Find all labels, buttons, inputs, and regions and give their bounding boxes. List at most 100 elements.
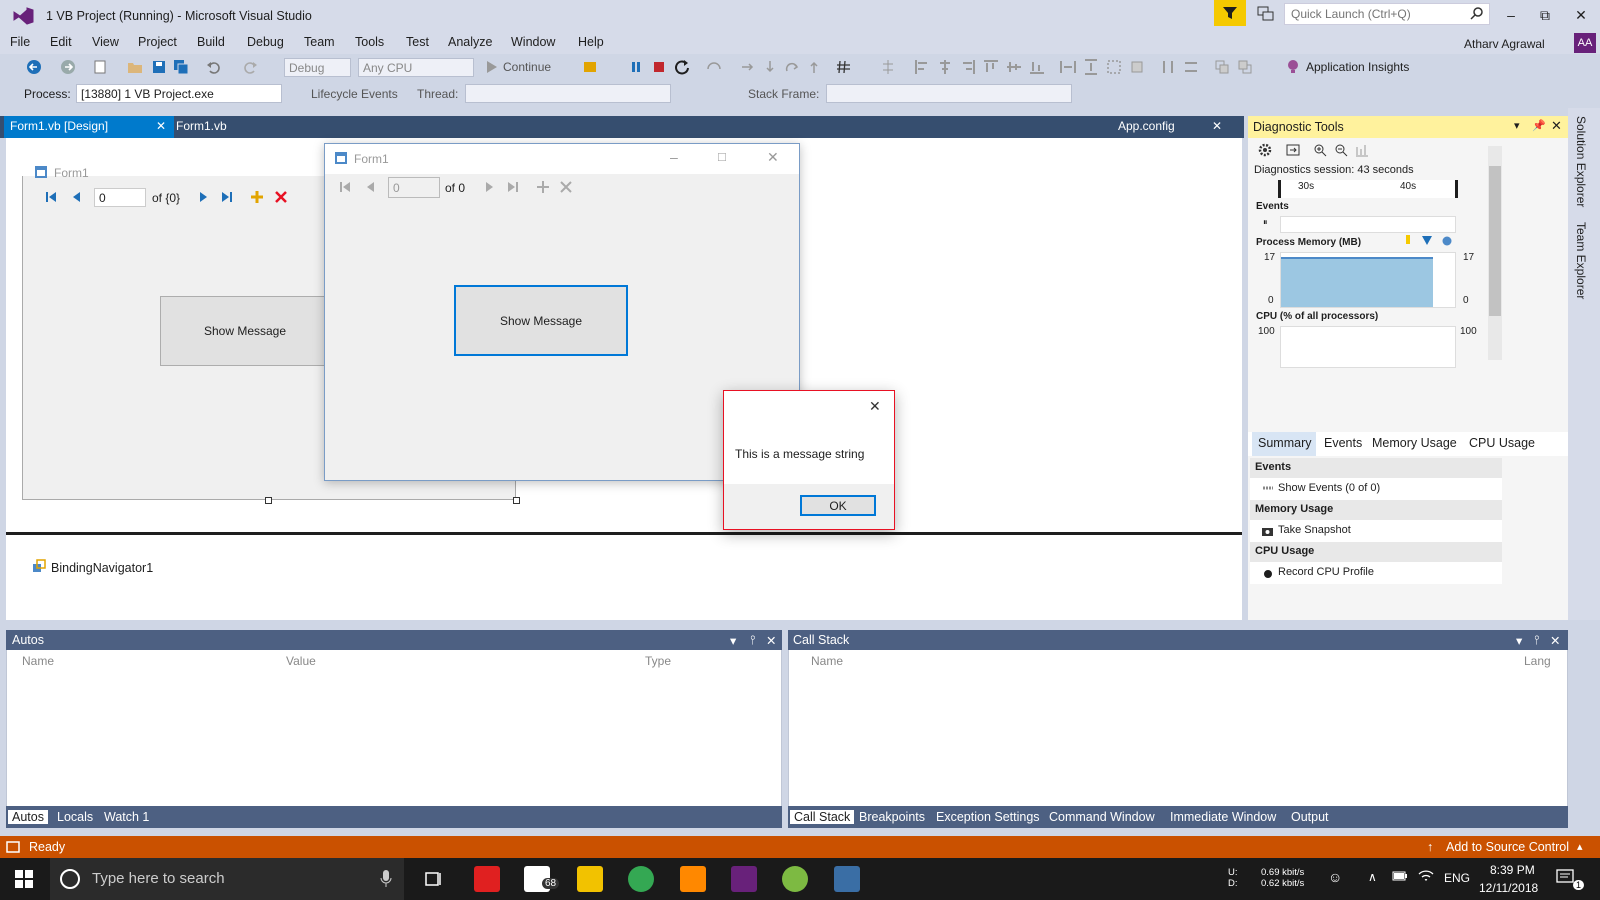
close-icon[interactable]: ✕ [1551,118,1562,134]
close-icon[interactable]: ✕ [766,633,776,648]
tab-locals[interactable]: Locals [57,810,93,824]
chrome-icon[interactable] [628,866,654,892]
delete-icon[interactable] [559,180,573,194]
zoom-out-icon[interactable] [1334,143,1348,157]
tab-form1-code[interactable]: Form1.vb [176,119,227,133]
move-first-icon[interactable] [44,190,58,204]
move-next-icon[interactable] [196,190,210,204]
move-last-icon[interactable] [220,190,234,204]
align-middle-icon[interactable] [1006,59,1022,75]
align-bottom-icon[interactable] [1029,59,1045,75]
tab-exception-settings[interactable]: Exception Settings [936,810,1040,824]
menu-window[interactable]: Window [511,35,555,49]
make-same-size-icon[interactable] [1129,59,1145,75]
avatar[interactable]: AA [1574,33,1596,53]
column-lang[interactable]: Lang [1524,654,1551,668]
tab-watch-1[interactable]: Watch 1 [104,810,149,824]
horizontal-spacing-icon[interactable] [1160,59,1176,75]
vlc-icon[interactable] [680,866,706,892]
column-name[interactable]: Name [811,654,843,668]
running-form-taskbar-icon[interactable] [834,866,860,892]
feedback-icon[interactable] [1256,5,1276,23]
diag-scrollbar-thumb[interactable] [1489,166,1501,316]
running-form-titlebar[interactable] [325,144,799,174]
add-new-icon[interactable] [250,190,264,204]
tab-immediate-window[interactable]: Immediate Window [1170,810,1276,824]
cortana-icon[interactable] [59,868,81,890]
make-same-height-icon[interactable] [1083,59,1099,75]
team-explorer-tab[interactable]: Team Explorer [1574,222,1588,299]
hex-display-icon[interactable] [836,59,852,75]
binding-navigator-component[interactable]: BindingNavigator1 [51,561,153,575]
align-top-icon[interactable] [983,59,999,75]
back-icon[interactable] [26,59,42,75]
pin-icon[interactable]: ⫯ [1534,633,1539,648]
cpu-track-label[interactable]: CPU (% of all processors) [1256,311,1378,322]
events-track[interactable] [1280,216,1456,233]
windows-start-icon[interactable] [15,870,33,888]
position-input[interactable]: 0 [94,188,146,207]
process-select[interactable]: [13880] 1 VB Project.exe [76,84,282,103]
menu-help[interactable]: Help [578,35,604,49]
pin-icon[interactable]: 📌 [1532,119,1546,132]
action-center-icon[interactable] [1556,869,1574,885]
move-previous-icon[interactable] [364,180,378,194]
tab-command-window[interactable]: Command Window [1049,810,1155,824]
lifecycle-events-button[interactable]: Lifecycle Events [311,87,398,101]
zoom-in-icon[interactable] [1313,143,1327,157]
ok-button[interactable]: OK [800,495,876,516]
form-close-button[interactable]: ✕ [767,149,779,166]
save-icon[interactable] [151,59,167,75]
application-insights-button[interactable]: Application Insights [1306,60,1409,74]
continue-icon[interactable] [484,59,500,75]
solution-explorer-tab[interactable]: Solution Explorer [1574,116,1588,207]
menu-analyze[interactable]: Analyze [448,35,492,49]
add-to-source-control-button[interactable]: Add to Source Control [1446,840,1569,854]
move-first-icon[interactable] [338,180,352,194]
search-icon[interactable] [1470,6,1484,20]
resize-handle[interactable] [265,497,272,504]
menu-project[interactable]: Project [138,35,177,49]
take-snapshot-link[interactable]: Take Snapshot [1250,520,1502,542]
undo-icon[interactable] [206,59,222,75]
size-to-grid-icon[interactable] [1106,59,1122,75]
new-project-icon[interactable] [92,59,108,75]
settings-icon[interactable] [1258,143,1272,157]
pin-icon[interactable]: ⫯ [750,633,755,648]
file-explorer-icon[interactable] [577,866,603,892]
move-previous-icon[interactable] [70,190,84,204]
search-placeholder[interactable]: Type here to search [92,870,225,887]
show-message-button[interactable]: Show Message [454,285,628,356]
close-icon[interactable]: ✕ [1550,633,1560,648]
task-view-icon[interactable] [424,869,444,889]
stack-frame-select[interactable] [826,84,1072,103]
tab-close-icon[interactable]: ✕ [156,119,166,133]
delete-icon[interactable] [274,190,288,204]
align-right-icon[interactable] [960,59,976,75]
restart-icon[interactable] [674,59,690,75]
menu-file[interactable]: File [10,35,30,49]
tab-autos[interactable]: Autos [8,810,48,824]
clock-time[interactable]: 8:39 PM [1490,863,1535,877]
continue-button[interactable]: Continue [503,60,551,74]
message-box-close-button[interactable]: ✕ [869,398,881,415]
column-value[interactable]: Value [286,654,316,668]
visual-studio-taskbar-icon[interactable] [731,866,757,892]
memory-track-label[interactable]: Process Memory (MB) [1256,237,1361,248]
platform-select[interactable]: Any CPU [358,58,474,77]
move-last-icon[interactable] [506,180,520,194]
tab-summary[interactable]: Summary [1258,436,1311,450]
chevron-up-icon[interactable]: ∧ [1368,870,1377,884]
resize-handle[interactable] [513,497,520,504]
open-file-icon[interactable] [127,59,143,75]
make-same-width-icon[interactable] [1060,59,1076,75]
menu-tools[interactable]: Tools [355,35,384,49]
vertical-spacing-icon[interactable] [1183,59,1199,75]
menu-test[interactable]: Test [406,35,429,49]
step-over-2-icon[interactable] [784,59,800,75]
notification-filter-button[interactable] [1214,0,1246,26]
language-indicator[interactable]: ENG [1444,871,1470,885]
tab-call-stack[interactable]: Call Stack [790,810,855,824]
stop-icon[interactable] [651,59,667,75]
clock-date[interactable]: 12/11/2018 [1479,881,1538,895]
